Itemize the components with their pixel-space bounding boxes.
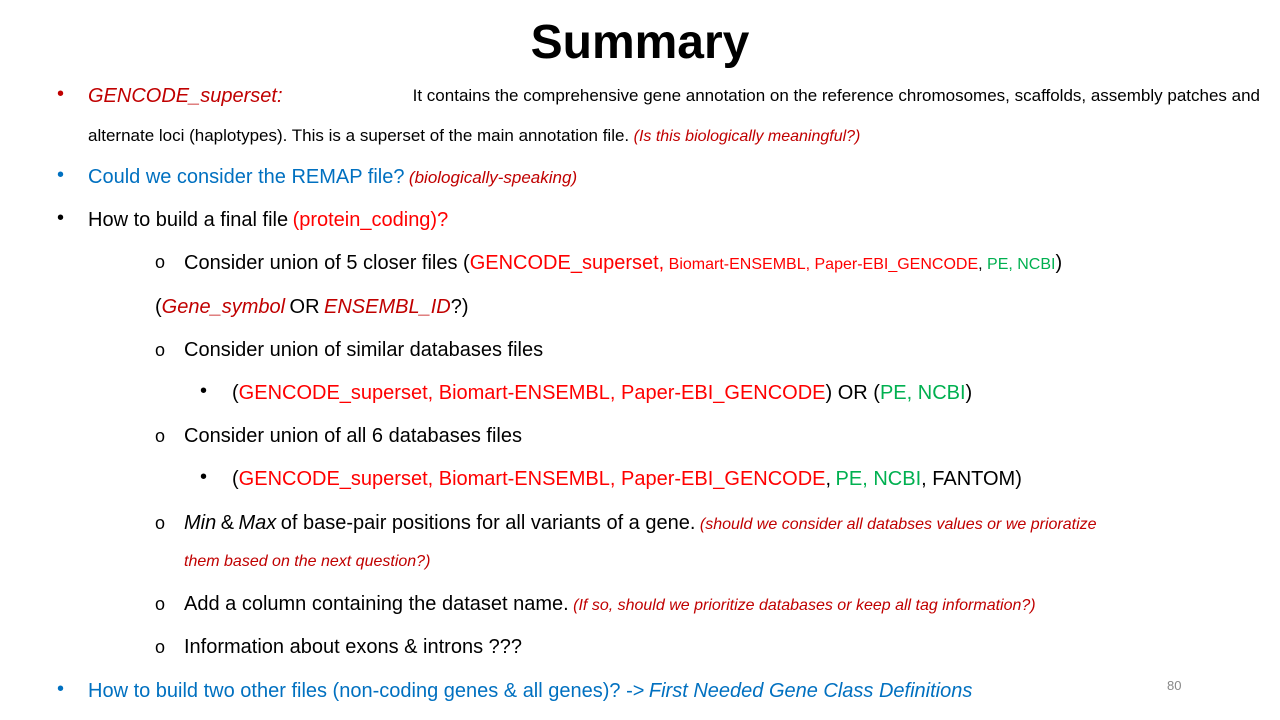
page-number: 80 bbox=[1167, 678, 1182, 693]
group-ensembl-like: GENCODE_superset, Biomart-ENSEMBL, Paper… bbox=[238, 382, 826, 404]
min-max-item-line2: them based on the next question?) bbox=[184, 549, 430, 575]
remap-text: Could we consider the REMAP file? bbox=[88, 166, 405, 188]
gencode-superset-item-line2: alternate loci (haplotypes). This is a s… bbox=[88, 123, 860, 150]
or-label: OR bbox=[289, 296, 320, 318]
final-file-item: How to build a final file (protein_codin… bbox=[88, 207, 448, 235]
file-gencode: GENCODE_superset, bbox=[469, 252, 665, 274]
amp: & bbox=[220, 512, 235, 534]
sub-bullet: o bbox=[155, 426, 166, 446]
gencode-superset-label: GENCODE_superset: bbox=[88, 85, 283, 107]
or-label: ) OR ( bbox=[825, 382, 880, 404]
bullet: • bbox=[200, 380, 208, 402]
sub-bullet: o bbox=[155, 637, 166, 657]
gencode-superset-desc1: It contains the comprehensive gene annot… bbox=[412, 86, 1260, 105]
gencode-superset-desc2: alternate loci (haplotypes). This is a s… bbox=[88, 126, 630, 145]
gene-id-question: (Gene_symbol OR ENSEMBL_ID?) bbox=[155, 294, 469, 322]
bullet: • bbox=[200, 466, 208, 488]
file-paper-ebi: Paper-EBI_GENCODE bbox=[814, 256, 979, 273]
min-max-item: Min & Max of base-pair positions for all… bbox=[184, 510, 1097, 538]
max-label: Max bbox=[238, 512, 277, 534]
sub-bullet: o bbox=[155, 594, 166, 614]
similar-groups-item: (GENCODE_superset, Biomart-ENSEMBL, Pape… bbox=[232, 380, 972, 408]
open-paren: ( bbox=[232, 468, 239, 490]
comma: , bbox=[825, 468, 832, 490]
min-label: Min bbox=[184, 512, 217, 534]
sub-bullet: o bbox=[155, 252, 166, 272]
ensembl-id-label: ENSEMBL_ID bbox=[323, 296, 451, 318]
bullet: • bbox=[57, 678, 65, 700]
fantom-label: , FANTOM) bbox=[921, 468, 1022, 490]
other-files-item: How to build two other files (non-coding… bbox=[88, 678, 972, 706]
group-ensembl-like: GENCODE_superset, Biomart-ENSEMBL, Paper… bbox=[238, 468, 826, 490]
dataset-column-item: Add a column containing the dataset name… bbox=[184, 591, 1036, 619]
exons-introns-text: Information about exons & introns ??? bbox=[184, 636, 522, 658]
group-ncbi-like: PE, NCBI bbox=[879, 382, 966, 404]
page-title: Summary bbox=[530, 16, 750, 69]
bullet: • bbox=[57, 164, 65, 186]
other-files-text: How to build two other files (non-coding… bbox=[88, 680, 645, 702]
min-max-note1: (should we consider all databses values … bbox=[699, 516, 1097, 533]
gencode-superset-note: (Is this biologically meaningful?) bbox=[633, 128, 861, 145]
file-pe-ncbi: PE, NCBI bbox=[987, 256, 1056, 273]
close-paren: ) bbox=[1055, 252, 1063, 274]
gencode-superset-item-line1: GENCODE_superset: It contains the compre… bbox=[88, 83, 1260, 111]
min-max-note2: them based on the next question?) bbox=[184, 553, 431, 570]
union-5-files-item: Consider union of 5 closer files (GENCOD… bbox=[184, 250, 1062, 278]
exons-introns-item: Information about exons & introns ??? bbox=[184, 634, 522, 662]
all-groups-item: (GENCODE_superset, Biomart-ENSEMBL, Pape… bbox=[232, 466, 1022, 494]
union-5-text: Consider union of 5 closer files ( bbox=[184, 252, 470, 274]
comma: , bbox=[978, 256, 983, 273]
bullet: • bbox=[57, 83, 65, 105]
remap-note: (biologically-speaking) bbox=[408, 168, 578, 187]
gene-symbol-label: Gene_symbol bbox=[161, 296, 286, 318]
remap-item: Could we consider the REMAP file? (biolo… bbox=[88, 164, 577, 192]
protein-coding-label: (protein_coding)? bbox=[292, 209, 449, 231]
close-paren: ) bbox=[965, 382, 973, 404]
open-paren: ( bbox=[232, 382, 239, 404]
sub-bullet: o bbox=[155, 340, 166, 360]
close-paren: ?) bbox=[450, 296, 469, 318]
open-paren: ( bbox=[155, 296, 162, 318]
bullet: • bbox=[57, 207, 65, 229]
dataset-column-text: Add a column containing the dataset name… bbox=[184, 593, 569, 615]
dataset-column-note: (If so, should we prioritize databases o… bbox=[573, 597, 1036, 614]
union-similar-item: Consider union of similar databases file… bbox=[184, 337, 543, 365]
min-max-text: of base-pair positions for all variants … bbox=[280, 512, 696, 534]
final-file-text: How to build a final file bbox=[88, 209, 289, 231]
gene-class-definitions: First Needed Gene Class Definitions bbox=[648, 680, 973, 702]
sub-bullet: o bbox=[155, 513, 166, 533]
group-ncbi-like: PE, NCBI bbox=[835, 468, 922, 490]
union-all-text: Consider union of all 6 databases files bbox=[184, 425, 522, 447]
file-biomart: Biomart-ENSEMBL, bbox=[668, 256, 811, 273]
union-all-item: Consider union of all 6 databases files bbox=[184, 423, 522, 451]
union-similar-text: Consider union of similar databases file… bbox=[184, 339, 544, 361]
